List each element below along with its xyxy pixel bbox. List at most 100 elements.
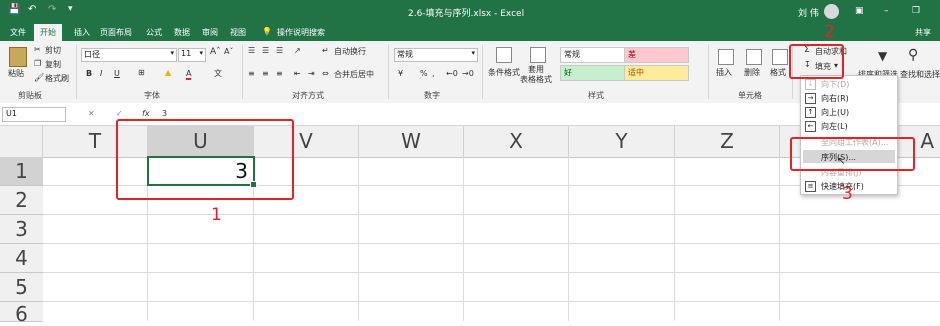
column-header-x[interactable]: X [464, 126, 569, 157]
ribbon-tabs: 文件 开始 插入 页面布局 公式 数据 审阅 视图 💡 操作说明搜索 共享 [0, 24, 940, 41]
row-header-4[interactable]: 4 [0, 244, 43, 273]
divider [388, 45, 389, 99]
insert-function-icon[interactable]: fx [142, 109, 150, 118]
format-cells-icon[interactable] [772, 49, 788, 65]
format-as-table-button[interactable]: 套用 表格格式 [520, 65, 552, 85]
align-top-icon[interactable]: ☰ [248, 46, 255, 55]
wrap-text-icon[interactable]: ↵ [322, 46, 329, 55]
merge-center-button[interactable]: 合并后居中 [334, 69, 374, 80]
insert-cells-icon[interactable] [718, 49, 734, 65]
menu-item-fill-left[interactable]: 向左(L) [821, 121, 848, 132]
fill-color-icon[interactable]: ▲ [165, 68, 171, 77]
decrease-indent-icon[interactable]: ⇤ [294, 69, 301, 78]
menu-item-fill-up[interactable]: 向上(U) [821, 107, 849, 118]
avatar[interactable] [824, 4, 839, 19]
column-header-y[interactable]: Y [569, 126, 675, 157]
decrease-font-icon[interactable]: Aˇ [224, 47, 233, 56]
percent-icon[interactable]: % [420, 69, 428, 78]
row-header-3[interactable]: 3 [0, 215, 43, 244]
format-painter-button[interactable]: 格式刷 [45, 73, 69, 84]
tab-insert[interactable]: 插入 [74, 27, 90, 38]
select-all-corner[interactable] [0, 126, 43, 157]
title-bar: 💾 ↶ ↷ ▾ 2.6-填充与序列.xlsx - Excel 刘 伟 ▣ – ❐ [0, 0, 940, 24]
align-center-icon[interactable]: ≡ [262, 69, 269, 78]
increase-font-icon[interactable]: Aˆ [210, 47, 221, 57]
quick-access-dropdown-icon[interactable]: ▾ [68, 4, 73, 14]
row-header-6[interactable]: 6 [0, 302, 43, 326]
font-color-icon[interactable]: A [186, 69, 192, 80]
arrow-right-icon: → [805, 93, 816, 104]
style-good[interactable]: 好 [560, 65, 625, 81]
row-header-5[interactable]: 5 [0, 273, 43, 302]
grid-line [674, 157, 675, 321]
align-bottom-icon[interactable]: ☰ [276, 46, 283, 55]
filter-icon[interactable]: ▼ [878, 49, 887, 63]
column-header-z[interactable]: Z [675, 126, 780, 157]
number-format-select[interactable]: 常规 ▾ [394, 48, 478, 62]
font-size-input[interactable]: 11 ▾ [178, 48, 206, 62]
tab-page-layout[interactable]: 页面布局 [100, 27, 132, 38]
orientation-icon[interactable]: ↗ [294, 46, 301, 55]
style-normal[interactable]: 常规 [560, 47, 625, 63]
share-button[interactable]: 共享 [915, 27, 931, 38]
row-header-1[interactable]: 1 [0, 157, 43, 186]
column-header-w[interactable]: W [359, 126, 464, 157]
formula-input[interactable]: 3 [162, 109, 167, 118]
copy-button[interactable]: 复制 [45, 59, 61, 70]
tab-home[interactable]: 开始 [34, 24, 62, 41]
menu-item-fill-right[interactable]: 向右(R) [821, 93, 849, 104]
redo-icon[interactable]: ↷ [48, 4, 56, 15]
conditional-format-button[interactable]: 条件格式 [488, 67, 520, 78]
search-icon[interactable]: ⚲ [908, 47, 918, 63]
merge-center-icon[interactable]: ⇔ [322, 69, 329, 78]
cut-icon[interactable]: ✂ [34, 45, 41, 54]
format-painter-icon[interactable]: 🖌 [34, 73, 44, 82]
cut-button[interactable]: 剪切 [45, 45, 61, 56]
insert-cells-button[interactable]: 插入 [716, 67, 732, 78]
ribbon-display-options-icon[interactable]: ▣ [855, 6, 864, 16]
name-box[interactable]: U1 [2, 107, 66, 122]
tab-review[interactable]: 审阅 [202, 27, 218, 38]
font-group-label: 字体 [144, 91, 160, 100]
restore-icon[interactable]: ❐ [912, 6, 920, 16]
increase-decimal-icon[interactable]: ←0 [446, 69, 458, 78]
tab-file[interactable]: 文件 [10, 27, 26, 38]
borders-icon[interactable]: ⊞ [138, 68, 145, 77]
menu-item-fill-down[interactable]: 向下(D) [821, 79, 849, 90]
font-name-input[interactable]: 口径 ▾ [81, 48, 177, 62]
delete-cells-button[interactable]: 删除 [744, 67, 760, 78]
increase-indent-icon[interactable]: ⇥ [308, 69, 315, 78]
cancel-icon[interactable]: ✕ [88, 109, 95, 118]
accounting-format-icon[interactable]: ¥ [398, 69, 403, 78]
tell-me-search[interactable]: 操作说明搜索 [277, 27, 325, 38]
align-right-icon[interactable]: ≡ [276, 69, 283, 78]
style-bad[interactable]: 差 [624, 47, 689, 63]
tab-view[interactable]: 视图 [230, 27, 246, 38]
copy-icon[interactable]: ❐ [34, 59, 41, 68]
minimize-icon[interactable]: – [884, 6, 889, 16]
bold-icon[interactable]: B [86, 69, 92, 78]
align-left-icon[interactable]: ≡ [248, 69, 255, 78]
grid-line [568, 157, 569, 321]
undo-icon[interactable]: ↶ [28, 4, 36, 15]
format-cells-button[interactable]: 格式 [770, 67, 786, 78]
format-as-table-icon[interactable] [530, 47, 546, 63]
conditional-format-icon[interactable] [496, 47, 512, 63]
italic-icon[interactable]: I [100, 69, 102, 78]
underline-icon[interactable]: U [114, 69, 120, 78]
style-neutral[interactable]: 适中 [624, 65, 689, 81]
paste-icon[interactable] [9, 47, 27, 67]
find-select-button[interactable]: 查找和选择 [900, 69, 940, 80]
comma-style-icon[interactable]: , [432, 69, 435, 78]
tab-formulas[interactable]: 公式 [146, 27, 162, 38]
enter-icon[interactable]: ✓ [116, 109, 123, 118]
align-middle-icon[interactable]: ☰ [262, 46, 269, 55]
save-icon[interactable]: 💾 [8, 4, 20, 15]
paste-button[interactable]: 粘贴 [8, 68, 24, 79]
phonetic-icon[interactable]: 文 [214, 68, 222, 79]
wrap-text-button[interactable]: 自动换行 [334, 46, 366, 57]
row-header-2[interactable]: 2 [0, 186, 43, 215]
delete-cells-icon[interactable] [746, 49, 762, 65]
tab-data[interactable]: 数据 [174, 27, 190, 38]
decrease-decimal-icon[interactable]: →0 [462, 69, 474, 78]
